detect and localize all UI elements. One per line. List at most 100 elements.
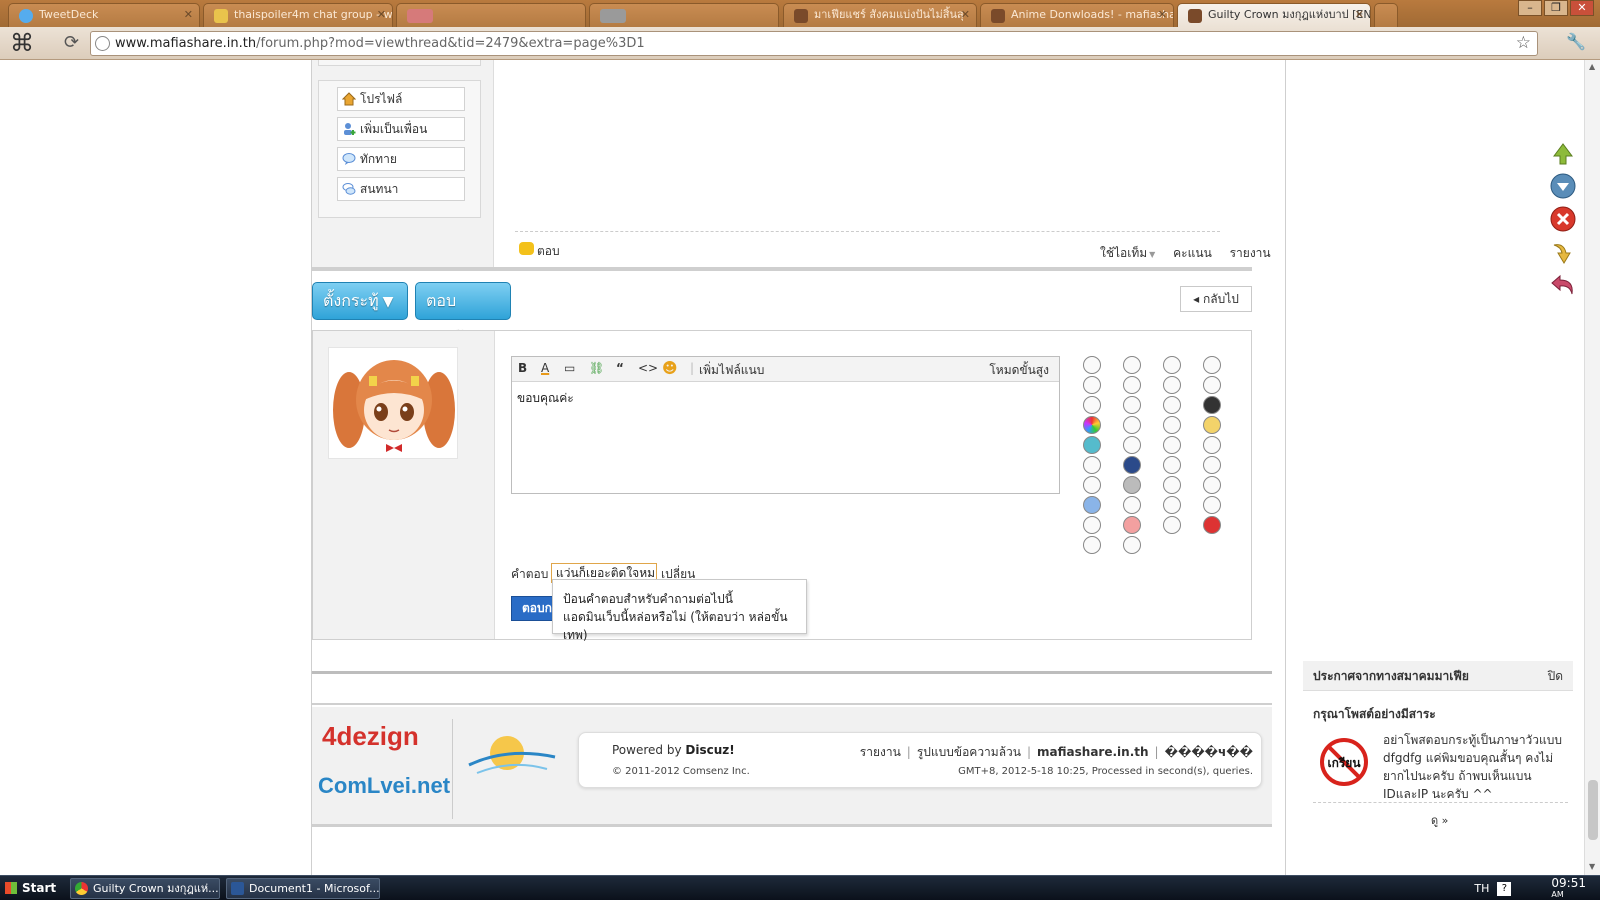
smiley-icon[interactable]	[1203, 376, 1221, 394]
close-window-icon[interactable]: ✕	[1570, 0, 1594, 16]
smiley-icon[interactable]	[1163, 376, 1181, 394]
minimize-icon[interactable]: –	[1518, 0, 1542, 16]
smiley-icon[interactable]	[1123, 416, 1141, 434]
reply-link[interactable]: ตอบ	[519, 242, 560, 261]
4dezign-logo[interactable]: 4dezign	[322, 721, 419, 752]
smiley-icon[interactable]	[1163, 436, 1181, 454]
smiley-icon[interactable]	[1163, 416, 1181, 434]
close-circle-icon[interactable]	[1550, 206, 1576, 232]
advanced-mode-link[interactable]: โหมดขั้นสูง	[989, 361, 1049, 380]
tab-thaispoiler[interactable]: thaispoiler4m chat group - we ✕	[203, 3, 393, 27]
bold-icon[interactable]: B	[518, 361, 527, 375]
back-button[interactable]: ◂ กลับไป	[1180, 286, 1252, 312]
greet-button[interactable]: ทักทาย	[337, 147, 465, 171]
chat-button[interactable]: สนทนา	[337, 177, 465, 201]
scroll-up-arrow-icon[interactable]	[1550, 140, 1576, 166]
use-item-link[interactable]: ใช้ไอเท็ม ▼	[1086, 246, 1155, 260]
address-bar[interactable]: www.mafiashare.in.th/forum.php?mod=viewt…	[90, 31, 1538, 56]
profile-button[interactable]: โปรไฟล์	[337, 87, 465, 111]
smiley-icon[interactable]	[1163, 516, 1181, 534]
smiley-icon[interactable]	[1083, 496, 1101, 514]
link-icon[interactable]: ⛓	[589, 361, 604, 375]
tab-guilty-crown[interactable]: Guilty Crown มงกุฎแห่งบาป [EN ✕	[1177, 3, 1371, 27]
smiley-icon[interactable]	[1083, 356, 1101, 374]
smiley-icon[interactable]	[1083, 456, 1101, 474]
smiley-icon[interactable]	[1203, 476, 1221, 494]
help-icon[interactable]: ?	[1497, 881, 1512, 896]
footer-broken-link[interactable]: ����ч��	[1165, 745, 1253, 759]
dropdown-circle-icon[interactable]	[1550, 173, 1576, 199]
emoticon-icon[interactable]: ☻	[662, 359, 678, 377]
rainbow-smiley-icon[interactable]	[1083, 416, 1101, 434]
smiley-icon[interactable]	[1163, 496, 1181, 514]
taskbar-item-chrome[interactable]: Guilty Crown มงกุฎแห่...	[70, 878, 220, 899]
reload-icon[interactable]: ⟳	[64, 32, 79, 53]
tab-tweetdeck[interactable]: TweetDeck ✕	[8, 3, 200, 27]
tab-anime-downloads[interactable]: Anime Donwloads! - mafiasha ✕	[980, 3, 1174, 27]
new-topic-button[interactable]: ตั้งกระทู้ ▼	[312, 282, 408, 320]
close-tab-icon[interactable]: ✕	[1355, 4, 1364, 26]
attach-file-button[interactable]: เพิ่มไฟล์แนบ	[699, 361, 764, 380]
smiley-icon[interactable]	[1123, 476, 1141, 494]
clock[interactable]: 09:51 AM	[1551, 877, 1586, 900]
tab-mafiashare-home[interactable]: มาเฟียแชร์ สังคมแบ่งปันไม่สิ้นสุ ✕	[783, 3, 977, 27]
smiley-icon[interactable]	[1083, 536, 1101, 554]
tab-blurred-1[interactable]	[396, 3, 586, 27]
scrollbar-thumb[interactable]	[1588, 780, 1598, 840]
announcement-close-button[interactable]: ปิด	[1548, 661, 1563, 691]
smiley-icon[interactable]	[1123, 356, 1141, 374]
rate-link[interactable]: คะแนน	[1173, 246, 1212, 260]
close-tab-icon[interactable]: ✕	[961, 4, 970, 26]
smiley-icon[interactable]	[1203, 456, 1221, 474]
reply-topic-button[interactable]: ตอบกระทู้✚	[415, 282, 511, 346]
add-friend-button[interactable]: เพิ่มเป็นเพื่อน	[337, 117, 465, 141]
smiley-icon[interactable]	[1203, 416, 1221, 434]
smiley-icon[interactable]	[1163, 456, 1181, 474]
page-scrollbar[interactable]: ▲ ▼	[1584, 60, 1600, 875]
smiley-icon[interactable]	[1123, 496, 1141, 514]
smiley-icon[interactable]	[1123, 456, 1141, 474]
start-button[interactable]: Start	[0, 877, 58, 899]
smiley-icon[interactable]	[1083, 516, 1101, 534]
discuz-thai-logo-icon[interactable]	[467, 733, 557, 781]
footer-site-link[interactable]: mafiashare.in.th	[1037, 745, 1149, 759]
comlvei-logo[interactable]: ComLvei.net	[318, 773, 450, 799]
smiley-icon[interactable]	[1123, 396, 1141, 414]
smiley-icon[interactable]	[1083, 436, 1101, 454]
close-tab-icon[interactable]: ✕	[184, 4, 193, 26]
new-tab-button[interactable]	[1374, 3, 1398, 27]
url-text[interactable]: www.mafiashare.in.th/forum.php?mod=viewt…	[115, 36, 645, 51]
language-indicator[interactable]: TH	[1474, 882, 1489, 895]
taskbar-item-word[interactable]: Document1 - Microsof...	[226, 878, 380, 899]
report-link[interactable]: รายงาน	[1230, 246, 1271, 260]
smiley-icon[interactable]	[1083, 396, 1101, 414]
maximize-icon[interactable]: ❐	[1544, 0, 1568, 16]
scroll-up-icon[interactable]: ▲	[1589, 62, 1595, 71]
smiley-icon[interactable]	[1083, 376, 1101, 394]
smiley-icon[interactable]	[1083, 476, 1101, 494]
smiley-icon[interactable]	[1163, 476, 1181, 494]
smiley-icon[interactable]	[1163, 356, 1181, 374]
undo-arrow-icon[interactable]	[1550, 272, 1576, 298]
tab-blurred-2[interactable]	[589, 3, 779, 27]
scroll-down-icon[interactable]: ▼	[1589, 862, 1595, 871]
smiley-icon[interactable]	[1203, 396, 1221, 414]
smiley-icon[interactable]	[1203, 356, 1221, 374]
smiley-icon[interactable]	[1163, 396, 1181, 414]
bookmark-star-icon[interactable]: ☆	[1516, 33, 1531, 53]
smiley-icon[interactable]	[1123, 376, 1141, 394]
discuz-link[interactable]: Discuz!	[685, 743, 734, 757]
smiley-icon[interactable]	[1123, 536, 1141, 554]
smiley-icon[interactable]	[1203, 496, 1221, 514]
footer-plain-text-link[interactable]: รูปแบบข้อความล้วน	[917, 745, 1021, 759]
smiley-icon[interactable]	[1203, 516, 1221, 534]
submit-reply-button[interactable]: ตอบก	[511, 596, 553, 621]
wrench-menu-icon[interactable]: 🔧	[1566, 32, 1586, 51]
back-logo-icon[interactable]: ⌘	[10, 29, 34, 57]
close-tab-icon[interactable]: ✕	[377, 4, 386, 26]
editor-textarea[interactable]: ขอบคุณค่ะ	[517, 389, 574, 408]
font-color-icon[interactable]: A	[541, 361, 549, 375]
quote-icon[interactable]: “	[616, 361, 624, 375]
smiley-icon[interactable]	[1123, 516, 1141, 534]
image-icon[interactable]: ▭	[564, 361, 575, 375]
